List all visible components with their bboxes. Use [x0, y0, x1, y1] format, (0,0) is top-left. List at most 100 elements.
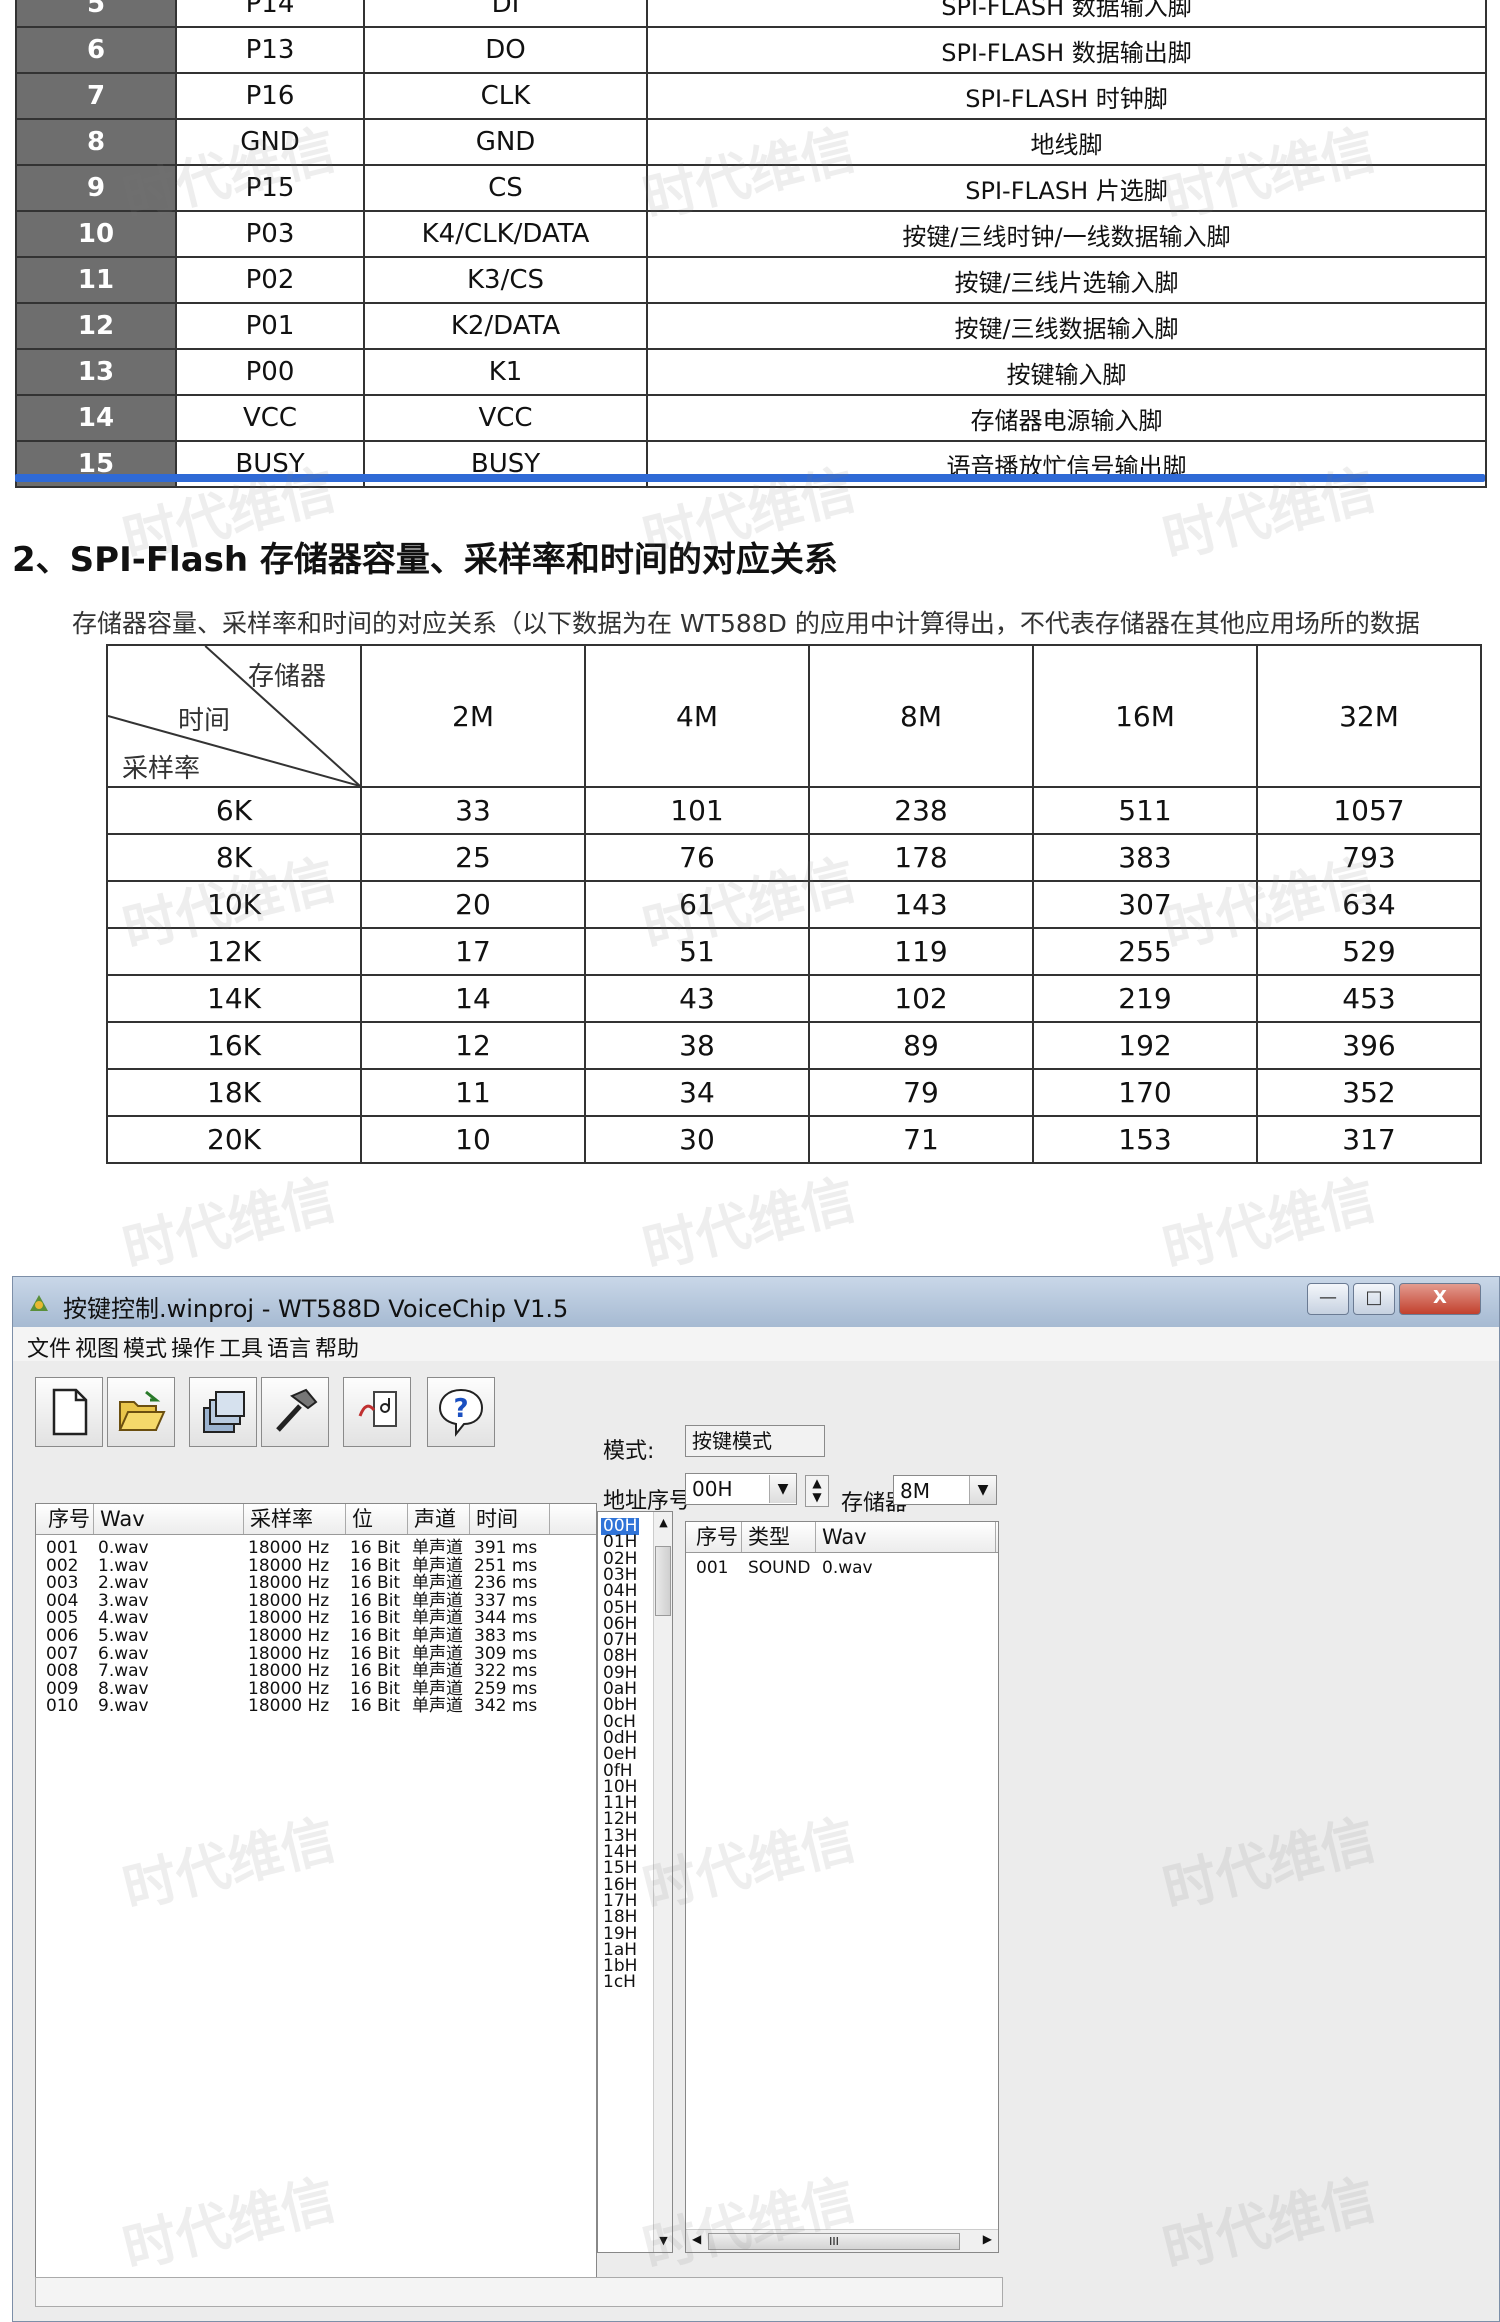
wav-cell: 004 — [46, 1590, 79, 1611]
wav-cell: 309 ms — [474, 1643, 538, 1664]
wav-cell: 18000 Hz — [248, 1678, 330, 1699]
wav-cell: 单声道 — [412, 1573, 463, 1594]
wav-column-header[interactable]: 声道 — [408, 1504, 470, 1534]
contents-column-header[interactable]: Wav — [816, 1522, 996, 1552]
capacity-row: 8K 25 76 178 383 793 — [106, 833, 1482, 882]
pin-function: DO — [363, 26, 648, 74]
menu-help[interactable]: 帮助 — [315, 1331, 359, 1363]
wav-cell: 16 Bit — [350, 1626, 401, 1646]
menu-operate[interactable]: 操作 — [171, 1331, 215, 1363]
menu-file[interactable]: 文件 — [27, 1331, 71, 1363]
duration-cell: 529 — [1256, 927, 1482, 976]
contents-column-header[interactable]: 类型 — [742, 1522, 816, 1552]
scroll-right-icon[interactable]: ▶ — [983, 2232, 992, 2246]
sample-rate-cell: 12K — [106, 927, 362, 976]
play-sound-button[interactable] — [343, 1377, 411, 1447]
address-scrollbar[interactable]: ▲ ▼ — [653, 1512, 672, 2252]
duration-cell: 33 — [360, 786, 586, 835]
sound-note-icon — [358, 1391, 397, 1427]
open-file-button[interactable] — [107, 1377, 175, 1447]
sample-rate-cell: 10K — [106, 880, 362, 929]
duration-cell: 17 — [360, 927, 586, 976]
pin-name: P16 — [175, 72, 365, 120]
wav-cell: 16 Bit — [350, 1555, 401, 1576]
address-spinner[interactable]: ▲ ▼ — [805, 1475, 829, 1507]
wav-column-header[interactable]: 采样率 — [244, 1504, 346, 1534]
scroll-left-icon[interactable]: ◀ — [692, 2232, 701, 2246]
wav-cell: 006 — [46, 1626, 79, 1646]
wav-cell: 单声道 — [412, 1678, 463, 1699]
new-file-button[interactable] — [35, 1377, 103, 1447]
scroll-thumb[interactable] — [655, 1546, 671, 1616]
help-icon: ? — [438, 1388, 484, 1437]
duration-cell: 634 — [1256, 880, 1482, 929]
menu-tools[interactable]: 工具 — [219, 1331, 263, 1363]
duration-cell: 219 — [1032, 974, 1258, 1023]
wav-column-header[interactable]: 序号 — [42, 1504, 94, 1534]
pin-row: 10 P03 K4/CLK/DATA 按键/三线时钟/一线数据输入脚 — [15, 210, 1487, 258]
capacity-row: 10K 20 61 143 307 634 — [106, 880, 1482, 929]
wav-cell: 18000 Hz — [248, 1555, 330, 1576]
chevron-down-icon[interactable]: ▼ — [769, 1475, 796, 1503]
wav-cell: 18000 Hz — [248, 1590, 330, 1611]
close-button[interactable]: X — [1399, 1283, 1481, 1315]
hammer-icon — [276, 1388, 318, 1432]
pin-row: 5 P14 DI SPI-FLASH 数据输入脚 — [15, 0, 1487, 28]
wav-cell: 009 — [46, 1678, 79, 1699]
minimize-button[interactable]: — — [1307, 1283, 1349, 1315]
address-list[interactable]: 00H 01H 02H 03H 04H 05H 06H 07H 08H 09H 0aH 0bH 0cH 0… — [597, 1511, 673, 2253]
menu-view[interactable]: 视图 — [75, 1331, 119, 1363]
pin-function: K1 — [363, 348, 648, 396]
menu-bar: 文件 视图 模式 操作 工具 语言 帮助 — [13, 1327, 1499, 1363]
pin-function: DI — [363, 0, 648, 28]
build-button[interactable] — [261, 1377, 329, 1447]
pin-function: K2/DATA — [363, 302, 648, 350]
maximize-button[interactable]: □ — [1353, 1283, 1395, 1315]
address-dropdown-value: 00H — [692, 1477, 733, 1501]
pin-name: P03 — [175, 210, 365, 258]
diag-label-storage: 存储器 — [248, 662, 327, 692]
address-contents-list[interactable]: 序号 类型 Wav 001 SOUND 0.wav ◀ III ▶ — [685, 1521, 999, 2253]
menu-language[interactable]: 语言 — [267, 1331, 311, 1363]
title-bar[interactable]: 按键控制.winproj - WT588D VoiceChip V1.5 — □… — [13, 1277, 1499, 1328]
pin-description-table: 5 P14 DI SPI-FLASH 数据输入脚 6 P13 DO SPI-FLASH 数据输… — [15, 0, 1487, 488]
pin-name: P15 — [175, 164, 365, 212]
wav-column-header[interactable]: 位 — [346, 1504, 408, 1534]
duration-cell: 153 — [1032, 1115, 1258, 1164]
chevron-down-icon[interactable]: ▼ — [969, 1476, 996, 1504]
sample-rate-cell: 8K — [106, 833, 362, 882]
pin-number: 14 — [15, 394, 177, 442]
address-item[interactable]: 1cH — [601, 1974, 638, 1991]
wav-column-header[interactable]: 时间 — [470, 1504, 550, 1534]
watermark-logo: 时代维信 — [1156, 1167, 1382, 1282]
scroll-up-icon[interactable]: ▲ — [654, 1512, 672, 1534]
save-button[interactable] — [189, 1377, 257, 1447]
menu-mode[interactable]: 模式 — [123, 1331, 167, 1363]
wav-list[interactable]: 序号 Wav 采样率位声道 时间 001 0.wav 18000 Hz 16 Bit 单声道 3… — [35, 1503, 597, 2283]
pin-function: K3/CS — [363, 256, 648, 304]
help-button[interactable]: ? — [427, 1377, 495, 1447]
wav-cell: 5.wav — [98, 1626, 149, 1646]
horizontal-scrollbar[interactable]: ◀ III ▶ — [686, 2229, 998, 2252]
duration-cell: 34 — [584, 1068, 810, 1117]
wav-cell: 18000 Hz — [248, 1608, 330, 1629]
mode-field[interactable]: 按键模式 — [685, 1425, 825, 1457]
capacity-row: 20K 10 30 71 153 317 — [106, 1115, 1482, 1164]
storage-dropdown[interactable]: 8M ▼ — [893, 1475, 997, 1505]
duration-cell: 170 — [1032, 1068, 1258, 1117]
duration-cell: 352 — [1256, 1068, 1482, 1117]
duration-cell: 238 — [808, 786, 1034, 835]
capacity-row: 16K 12 38 89 192 396 — [106, 1021, 1482, 1070]
wav-cell: 18000 Hz — [248, 1538, 330, 1558]
wav-column-header[interactable]: Wav — [94, 1504, 244, 1534]
contents-column-header[interactable]: 序号 — [690, 1522, 742, 1552]
app-icon — [30, 1295, 48, 1311]
pin-number: 5 — [15, 0, 177, 28]
scroll-down-icon[interactable]: ▼ — [654, 2230, 672, 2252]
duration-cell: 51 — [584, 927, 810, 976]
address-dropdown[interactable]: 00H ▼ — [685, 1473, 797, 1505]
pin-row: 13 P00 K1 按键输入脚 — [15, 348, 1487, 396]
pin-name: P13 — [175, 26, 365, 74]
hscroll-thumb[interactable]: III — [708, 2233, 960, 2250]
wav-cell: 005 — [46, 1608, 79, 1629]
